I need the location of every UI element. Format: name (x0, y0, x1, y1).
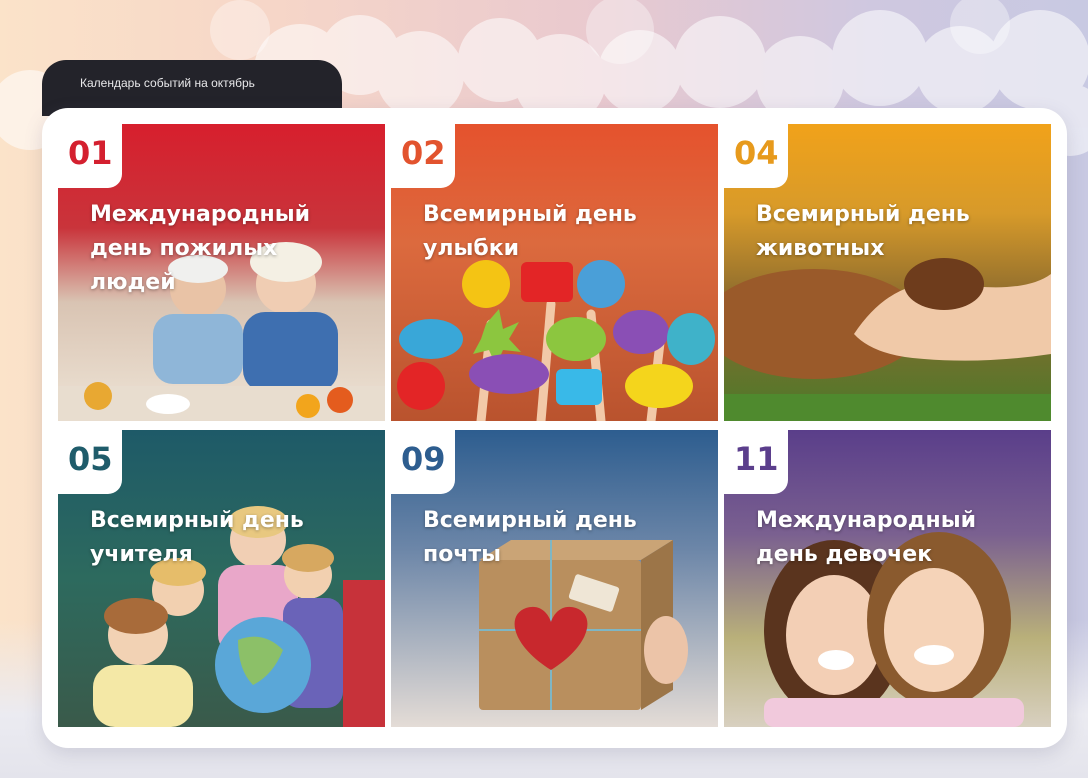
event-tile-09[interactable]: 09 Всемирный день почты (391, 430, 718, 727)
event-day: 11 (734, 440, 779, 478)
event-name: Всемирный день учителя (90, 508, 304, 567)
event-day: 01 (68, 134, 113, 172)
event-day: 05 (68, 440, 113, 478)
event-tile-11[interactable]: 11 Международный день девочек (724, 430, 1051, 727)
event-tile-02[interactable]: 02 Всемирный день улыбки (391, 124, 718, 421)
event-name: Всемирный день улыбки (423, 202, 637, 261)
event-name: Международный день девочек (756, 508, 976, 567)
event-tile-05[interactable]: 05 Всемирный день учителя (58, 430, 385, 727)
event-name: Всемирный день животных (756, 202, 970, 261)
event-day: 09 (401, 440, 446, 478)
event-tile-04[interactable]: 04 Всемирный день животных (724, 124, 1051, 421)
page-title: Календарь событий на октябрь (80, 76, 255, 90)
event-day: 02 (401, 134, 446, 172)
event-name: Всемирный день почты (423, 508, 637, 567)
event-name: Международный день пожилых людей (90, 202, 310, 295)
event-day: 04 (734, 134, 779, 172)
calendar-card: 01 Международный день пожилых людей 02 В… (42, 108, 1067, 748)
event-tile-01[interactable]: 01 Международный день пожилых людей (58, 124, 385, 421)
